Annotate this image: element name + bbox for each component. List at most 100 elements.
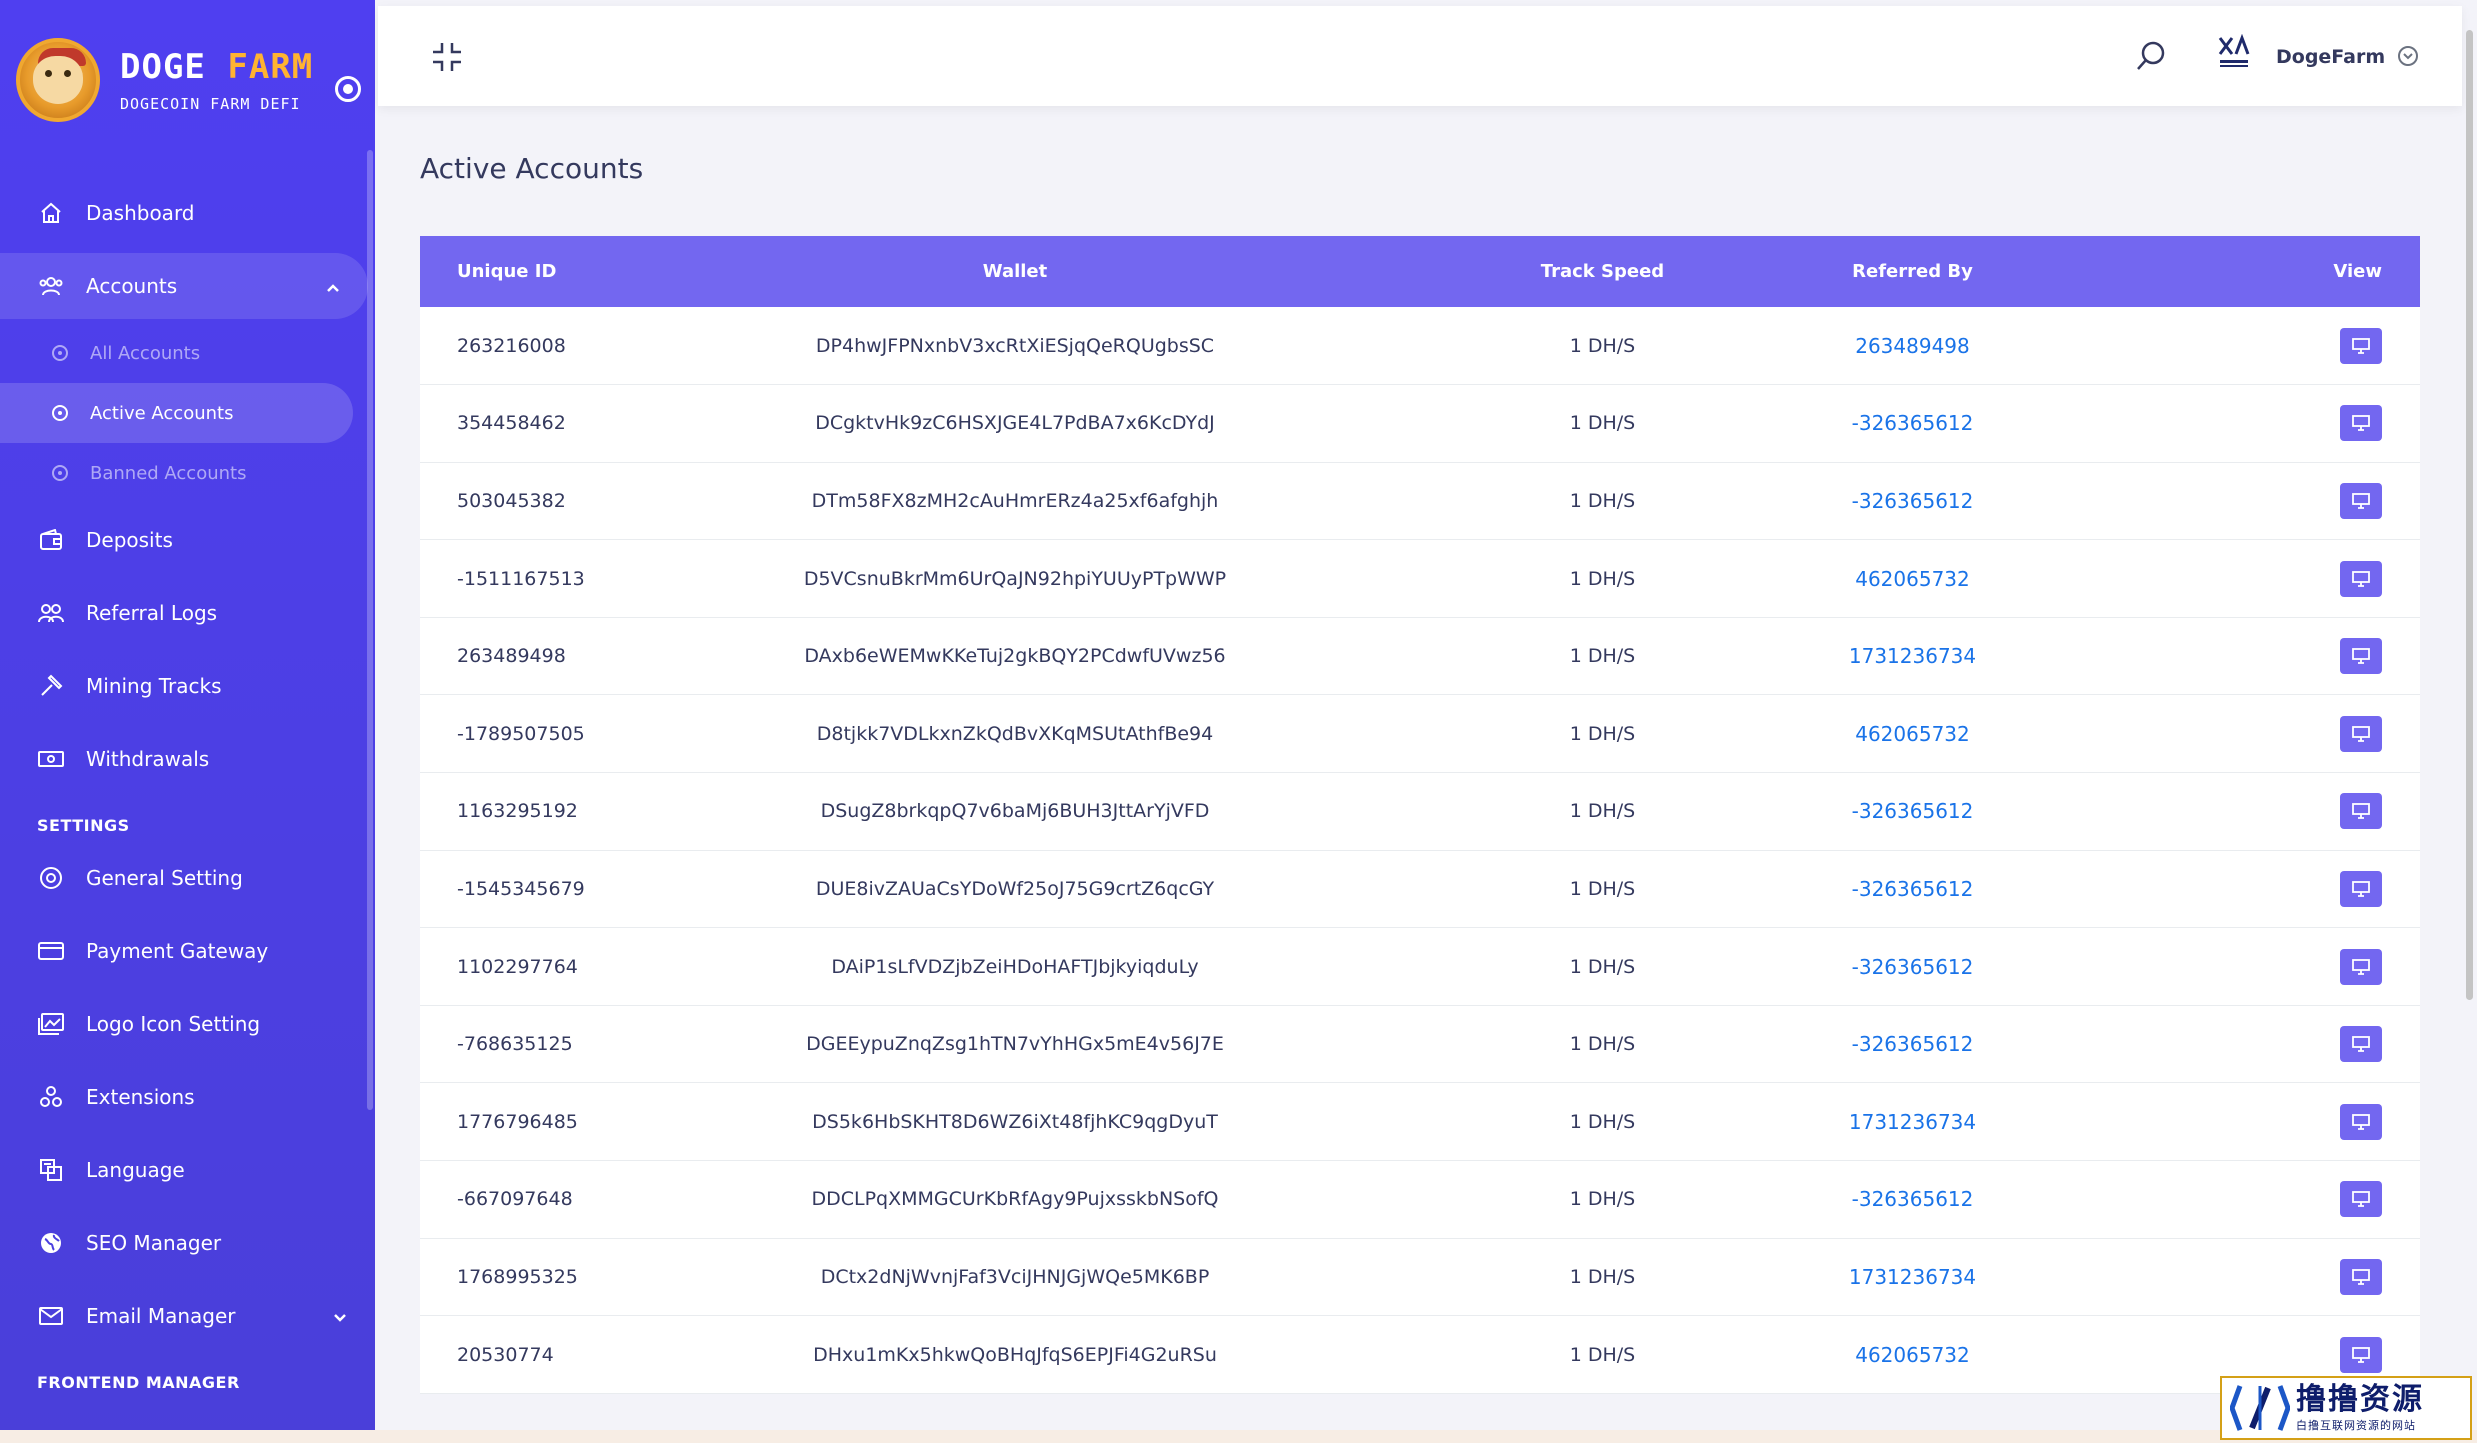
- view-button[interactable]: [2340, 327, 2382, 364]
- cell-referred-by-link[interactable]: -326365612: [1845, 385, 1980, 463]
- cell-track-speed: 1 DH/S: [1569, 489, 1636, 512]
- images-icon: [38, 1011, 64, 1037]
- cell-unique-id: 20530774: [457, 1343, 554, 1366]
- sidebar-item-mining-tracks[interactable]: Mining Tracks: [0, 649, 375, 722]
- cell-referred-by-link[interactable]: -326365612: [1845, 1161, 1980, 1239]
- table-header-row: Unique ID Wallet Track Speed Referred By…: [420, 236, 2420, 307]
- view-button[interactable]: [2340, 1103, 2382, 1140]
- table-row: -768635125 DGEEypuZnqZsg1hTN7vYhHGx5mE4v…: [420, 1005, 2420, 1083]
- sidebar: DOGE FARM DOGECOIN FARM DEFI Dashboard A…: [0, 0, 375, 1443]
- cell-wallet: DCtx2dNjWvnjFaf3VciJHNJGjWQe5MK6BP: [820, 1265, 1210, 1288]
- sidebar-item-withdrawals[interactable]: Withdrawals: [0, 722, 375, 795]
- cell-referred-by-link[interactable]: -326365612: [1845, 928, 1980, 1006]
- table-row: 1102297764 DAiP1sLfVDZjbZeiHDoHAFTJbjkyi…: [420, 928, 2420, 1006]
- sidebar-toggle-button[interactable]: [335, 76, 361, 102]
- sidebar-item-extensions[interactable]: Extensions: [0, 1060, 375, 1133]
- sidebar-subitem-active-accounts[interactable]: Active Accounts: [0, 383, 353, 443]
- cell-unique-id: -768635125: [457, 1033, 573, 1056]
- cell-referred-by-link[interactable]: 462065732: [1845, 540, 1980, 618]
- chevron-down-icon: [333, 1304, 347, 1328]
- view-button[interactable]: [2340, 948, 2382, 985]
- sidebar-item-email-manager[interactable]: Email Manager: [0, 1279, 375, 1352]
- table-row: -667097648 DDCLPqXMMGCUrKbRfAgy9Pujxsskb…: [420, 1161, 2420, 1239]
- desktop-icon: [2352, 1113, 2370, 1130]
- sidebar-subitem-banned-accounts[interactable]: Banned Accounts: [0, 443, 375, 503]
- cell-wallet: D5VCsnuBkrMm6UrQaJN92hpiYUUyPTpWWP: [803, 567, 1227, 590]
- sidebar-item-accounts[interactable]: Accounts: [0, 253, 368, 319]
- view-button[interactable]: [2340, 638, 2382, 675]
- view-button[interactable]: [2340, 1336, 2382, 1373]
- cell-wallet: DP4hwJFPNxnbV3xcRtXiESjqQeRQUgbsSC: [815, 334, 1215, 357]
- cell-unique-id: 263489498: [457, 645, 566, 668]
- column-header-view: View: [2333, 261, 2382, 282]
- cell-referred-by-link[interactable]: -326365612: [1845, 850, 1980, 928]
- sidebar-item-general-setting[interactable]: General Setting: [0, 841, 375, 914]
- table-row: 503045382 DTm58FX8zMH2cAuHmrERz4a25xf6af…: [420, 462, 2420, 540]
- referral-icon: [38, 600, 64, 626]
- desktop-icon: [2352, 337, 2370, 354]
- cell-wallet: DDCLPqXMMGCUrKbRfAgy9PujxsskbNSofQ: [811, 1188, 1219, 1211]
- view-button[interactable]: [2340, 405, 2382, 442]
- table-row: 354458462 DCgktvHk9zC6HSXJGE4L7PdBA7x6Kc…: [420, 385, 2420, 463]
- life-ring-icon: [38, 865, 64, 891]
- cell-track-speed: 1 DH/S: [1569, 412, 1636, 435]
- cell-referred-by-link[interactable]: 1731236734: [1845, 1083, 1980, 1161]
- desktop-icon: [2352, 415, 2370, 432]
- table-row: -1545345679 DUE8ivZAUaCsYDoWf25oJ75G9crt…: [420, 850, 2420, 928]
- globe-icon: [38, 1230, 64, 1256]
- cell-wallet: DHxu1mKx5hkwQoBHqJfqS6EPJFi4G2uRSu: [813, 1343, 1217, 1366]
- avatar[interactable]: [2214, 34, 2254, 74]
- cell-track-speed: 1 DH/S: [1569, 1188, 1636, 1211]
- cell-referred-by-link[interactable]: 462065732: [1845, 695, 1980, 773]
- cell-unique-id: -667097648: [457, 1188, 573, 1211]
- sidebar-item-language[interactable]: Language: [0, 1133, 375, 1206]
- view-button[interactable]: [2340, 793, 2382, 830]
- cell-unique-id: -1511167513: [457, 567, 585, 590]
- view-button[interactable]: [2340, 482, 2382, 519]
- desktop-icon: [2352, 1036, 2370, 1053]
- accounts-table: Unique ID Wallet Track Speed Referred By…: [420, 236, 2420, 1394]
- brand-logo[interactable]: DOGE FARM DOGECOIN FARM DEFI: [16, 30, 356, 130]
- circle-dot-icon: [52, 405, 68, 421]
- sidebar-subitem-all-accounts[interactable]: All Accounts: [0, 323, 375, 383]
- cell-wallet: DCgktvHk9zC6HSXJGE4L7PdBA7x6KcDYdJ: [815, 412, 1215, 435]
- cell-referred-by-link[interactable]: -326365612: [1845, 773, 1980, 851]
- page-scrollbar[interactable]: [2466, 30, 2473, 1000]
- table-row: 1768995325 DCtx2dNjWvnjFaf3VciJHNJGjWQe5…: [420, 1238, 2420, 1316]
- sidebar-item-logo-icon-setting[interactable]: Logo Icon Setting: [0, 987, 375, 1060]
- table-row: 263489498 DAxb6eWEMwKKeTuj2gkBQY2PCdwfUV…: [420, 617, 2420, 695]
- cell-wallet: DSugZ8brkqpQ7v6baMj6BUH3JttArYjVFD: [820, 800, 1210, 823]
- users-icon: [38, 273, 64, 299]
- cell-wallet: DAiP1sLfVDZjbZeiHDoHAFTJbjkyiqduLy: [831, 955, 1199, 978]
- table-row: 1163295192 DSugZ8brkqpQ7v6baMj6BUH3JttAr…: [420, 773, 2420, 851]
- view-button[interactable]: [2340, 1258, 2382, 1295]
- chevron-down-icon[interactable]: [2398, 46, 2418, 66]
- desktop-icon: [2352, 725, 2370, 742]
- fullscreen-exit-icon[interactable]: [430, 40, 464, 74]
- cell-unique-id: 263216008: [457, 334, 566, 357]
- view-button[interactable]: [2340, 870, 2382, 907]
- view-button[interactable]: [2340, 560, 2382, 597]
- sidebar-item-payment-gateway[interactable]: Payment Gateway: [0, 914, 375, 987]
- user-name[interactable]: DogeFarm: [2276, 46, 2385, 68]
- view-button[interactable]: [2340, 1026, 2382, 1063]
- cell-referred-by-link[interactable]: -326365612: [1845, 1005, 1980, 1083]
- cell-referred-by-link[interactable]: -326365612: [1845, 462, 1980, 540]
- cell-unique-id: 1102297764: [457, 955, 578, 978]
- sidebar-item-dashboard[interactable]: Dashboard: [0, 176, 375, 249]
- sidebar-item-seo-manager[interactable]: SEO Manager: [0, 1206, 375, 1279]
- sidebar-item-deposits[interactable]: Deposits: [0, 503, 375, 576]
- desktop-icon: [2352, 493, 2370, 509]
- cell-referred-by-link[interactable]: 1731236734: [1845, 1238, 1980, 1316]
- cell-referred-by-link[interactable]: 462065732: [1845, 1316, 1980, 1394]
- view-button[interactable]: [2340, 1181, 2382, 1218]
- search-icon[interactable]: [2134, 39, 2168, 73]
- cell-referred-by-link[interactable]: 1731236734: [1845, 617, 1980, 695]
- circle-dot-icon: [52, 345, 68, 361]
- cell-track-speed: 1 DH/S: [1569, 800, 1636, 823]
- cell-referred-by-link[interactable]: 263489498: [1845, 307, 1980, 385]
- sidebar-item-label: Dashboard: [86, 200, 195, 225]
- sidebar-item-referral-logs[interactable]: Referral Logs: [0, 576, 375, 649]
- watermark-subtitle: 白撸互联网资源的网站: [2296, 1419, 2416, 1432]
- view-button[interactable]: [2340, 715, 2382, 752]
